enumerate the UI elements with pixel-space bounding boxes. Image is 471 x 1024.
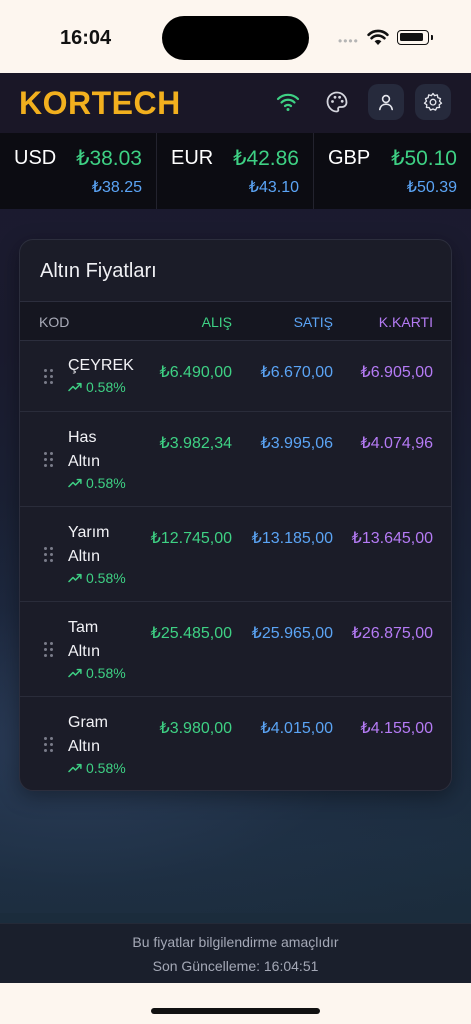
currency-sell-price: ₺38.25	[91, 179, 142, 196]
price-kredi-karti: ₺26.875,00	[351, 625, 433, 642]
trending-up-icon	[68, 573, 82, 583]
currency-buy-price: ₺42.86	[233, 147, 299, 170]
user-icon	[379, 94, 393, 111]
price-satis: ₺25.965,00	[251, 625, 333, 642]
price-kredi-karti: ₺13.645,00	[351, 530, 433, 547]
settings-button[interactable]	[415, 84, 451, 120]
price-alis: ₺3.982,34	[159, 435, 232, 452]
price-change: 0.58%	[68, 760, 126, 776]
price-satis: ₺3.995,06	[260, 435, 333, 452]
gold-name-line2: Altın	[68, 453, 101, 470]
currency-sell-price: ₺50.39	[406, 179, 457, 196]
status-bar: 16:04 ••••	[0, 0, 471, 73]
price-change: 0.58%	[68, 475, 126, 491]
column-header-satis: SATIŞ	[293, 314, 333, 330]
column-header-kod: KOD	[39, 314, 70, 330]
ticker-item-gbp[interactable]: GBP ₺50.10 ₺50.39	[314, 133, 471, 209]
profile-button[interactable]	[368, 84, 404, 120]
trending-up-icon	[68, 478, 82, 488]
card-title: Altın Fiyatları	[40, 260, 157, 282]
price-satis: ₺13.185,00	[251, 530, 333, 547]
table-row[interactable]: Has Altın 0.58% ₺3.982,34 ₺3.995,06 ₺4.0…	[20, 412, 451, 507]
ticker-item-usd[interactable]: USD ₺38.03 ₺38.25	[0, 133, 157, 209]
gold-name: ÇEYREK	[68, 357, 134, 374]
battery-icon	[397, 30, 433, 45]
drag-handle-icon[interactable]	[44, 547, 54, 563]
change-percent: 0.58%	[86, 760, 126, 776]
price-kredi-karti: ₺4.074,96	[360, 435, 433, 452]
price-kredi-karti: ₺6.905,00	[360, 364, 433, 381]
change-percent: 0.58%	[86, 570, 126, 586]
gold-prices-card: Altın Fiyatları KOD ALIŞ SATIŞ K.KARTI Ç…	[19, 239, 452, 791]
trending-up-icon	[68, 668, 82, 678]
table-row[interactable]: Gram Altın 0.58% ₺3.980,00 ₺4.015,00 ₺4.…	[20, 697, 451, 790]
price-change: 0.58%	[68, 379, 126, 395]
currency-sell-price: ₺43.10	[248, 179, 299, 196]
settings-icon	[423, 92, 443, 111]
gold-name-line1: Has	[68, 429, 97, 446]
last-update-text: Son Güncelleme: 16:04:51	[152, 958, 319, 974]
price-change: 0.58%	[68, 665, 126, 681]
gold-name-line1: Yarım	[68, 524, 110, 541]
drag-handle-icon[interactable]	[44, 642, 54, 658]
column-header-kredi-karti: K.KARTI	[378, 314, 433, 330]
currency-code: GBP	[328, 147, 371, 169]
app-header: KORTECH	[0, 73, 471, 133]
price-alis: ₺25.485,00	[150, 625, 232, 642]
price-kredi-karti: ₺4.155,00	[360, 720, 433, 737]
gold-name-line2: Altın	[68, 548, 101, 565]
price-change: 0.58%	[68, 570, 126, 586]
currency-code: EUR	[171, 147, 214, 169]
theme-button[interactable]	[319, 84, 355, 120]
drag-handle-icon[interactable]	[44, 737, 54, 753]
currency-buy-price: ₺50.10	[391, 147, 457, 170]
change-percent: 0.58%	[86, 379, 126, 395]
table-row[interactable]: Tam Altın 0.58% ₺25.485,00 ₺25.965,00 ₺2…	[20, 602, 451, 697]
price-alis: ₺12.745,00	[150, 530, 232, 547]
status-wifi-icon	[367, 29, 389, 45]
app-screen: KORTECH USD ₺38.03 ₺38.25 EUR ₺42.86 ₺43…	[0, 73, 471, 983]
app-footer: Bu fiyatlar bilgilendirme amaçlıdır Son …	[0, 923, 471, 983]
currency-ticker: USD ₺38.03 ₺38.25 EUR ₺42.86 ₺43.10 GBP …	[0, 133, 471, 209]
price-alis: ₺6.490,00	[159, 364, 232, 381]
status-time: 16:04	[60, 27, 112, 49]
change-percent: 0.58%	[86, 665, 126, 681]
trending-up-icon	[68, 763, 82, 773]
column-header-alis: ALIŞ	[201, 314, 232, 330]
price-alis: ₺3.980,00	[159, 720, 232, 737]
palette-icon	[326, 91, 348, 113]
home-indicator[interactable]	[151, 1008, 320, 1014]
cellular-signal-icon: ••••	[338, 34, 359, 48]
gold-name-line1: Gram	[68, 714, 108, 731]
connection-status-button[interactable]	[270, 84, 306, 120]
gold-name-line2: Altın	[68, 738, 101, 755]
ticker-item-eur[interactable]: EUR ₺42.86 ₺43.10	[157, 133, 314, 209]
price-satis: ₺6.670,00	[260, 364, 333, 381]
currency-code: USD	[14, 147, 57, 169]
change-percent: 0.58%	[86, 475, 126, 491]
dynamic-island	[162, 16, 309, 60]
gold-name-line2: Altın	[68, 643, 101, 660]
wifi-icon	[276, 93, 300, 111]
table-row[interactable]: ÇEYREK 0.58% ₺6.490,00 ₺6.670,00 ₺6.905,…	[20, 341, 451, 412]
disclaimer-text: Bu fiyatlar bilgilendirme amaçlıdır	[132, 934, 339, 950]
gold-name-line1: Tam	[68, 619, 99, 636]
table-row[interactable]: Yarım Altın 0.58% ₺12.745,00 ₺13.185,00 …	[20, 507, 451, 602]
trending-up-icon	[68, 382, 82, 392]
drag-handle-icon[interactable]	[44, 452, 54, 468]
price-satis: ₺4.015,00	[260, 720, 333, 737]
price-rows: ÇEYREK 0.58% ₺6.490,00 ₺6.670,00 ₺6.905,…	[20, 341, 451, 790]
table-header: KOD ALIŞ SATIŞ K.KARTI	[20, 301, 451, 341]
brand-logo: KORTECH	[19, 85, 181, 121]
drag-handle-icon[interactable]	[44, 369, 54, 385]
home-indicator-area	[0, 983, 471, 1024]
currency-buy-price: ₺38.03	[76, 147, 142, 170]
